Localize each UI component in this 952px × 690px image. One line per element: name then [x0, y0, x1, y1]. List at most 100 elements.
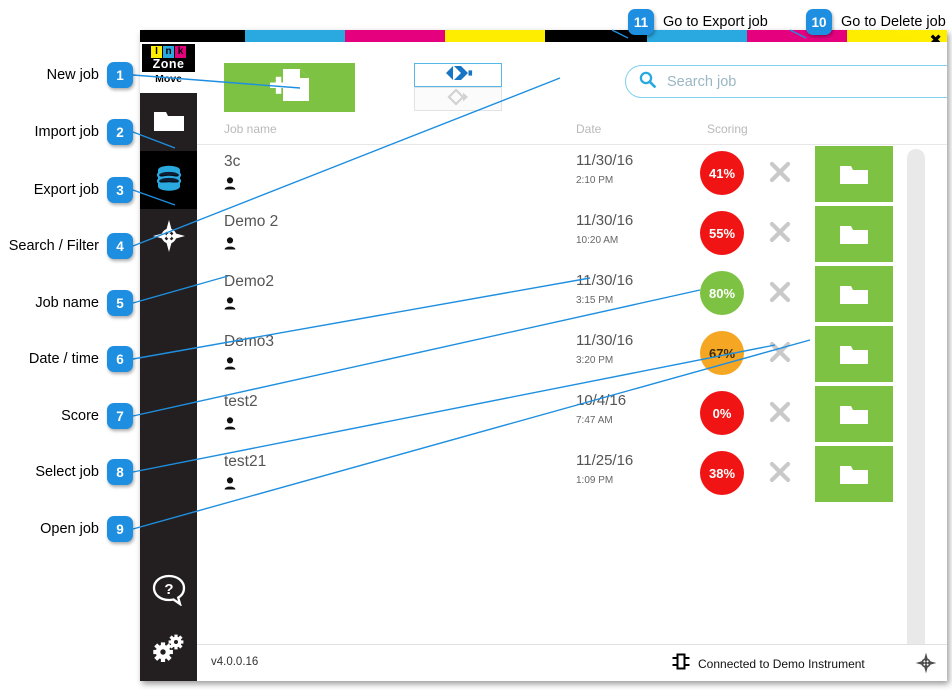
io-button-group — [414, 63, 502, 111]
callout-number: 8 — [107, 459, 133, 485]
job-list: 3c 11/30/16 2:10 PM 41% Demo 2 11/30/16 10:20 … — [197, 145, 947, 645]
callout-label: Job name — [35, 295, 99, 311]
job-date: 11/25/16 — [576, 452, 634, 469]
callout-number: 4 — [107, 233, 133, 259]
deselect-job-button[interactable] — [767, 399, 793, 425]
callout-4: Search / Filter 4 — [9, 232, 133, 260]
user-icon — [224, 357, 236, 375]
job-date: 10/4/16 — [576, 392, 627, 409]
callout-number: 7 — [107, 403, 133, 429]
callout-3: Export job 3 — [34, 176, 133, 204]
callout-number: 2 — [107, 119, 133, 145]
import-arrow-icon — [443, 64, 473, 87]
main-content: Job name Date Scoring 3c 11/30/16 2:10 PM 4… — [197, 42, 947, 681]
cmyk-segment — [545, 30, 647, 42]
callout-label: Select job — [35, 464, 99, 480]
table-row[interactable]: Demo3 11/30/16 3:20 PM 67% — [197, 325, 947, 385]
user-icon — [224, 237, 236, 255]
new-job-button[interactable] — [224, 63, 355, 112]
job-name: test21 — [224, 453, 267, 470]
status-badge: 38% — [700, 451, 744, 495]
folder-icon — [153, 107, 185, 138]
callout-9: Open job 9 — [40, 515, 133, 543]
connection-label: Connected to Demo Instrument — [698, 657, 865, 671]
open-job-button[interactable] — [815, 266, 893, 322]
deselect-job-button[interactable] — [767, 339, 793, 365]
brand-logo: I n k Zone Move — [140, 42, 197, 93]
callout-label: Open job — [40, 521, 99, 537]
status-badge: 0% — [700, 391, 744, 435]
open-job-button[interactable] — [815, 446, 893, 502]
job-list-scrollbar[interactable] — [907, 149, 925, 659]
cmyk-segment — [345, 30, 445, 42]
cmyk-segment — [647, 30, 747, 42]
job-name: 3c — [224, 153, 241, 170]
table-row[interactable]: test2 10/4/16 7:47 AM 0% — [197, 385, 947, 445]
user-icon — [224, 417, 236, 435]
callout-number: 9 — [107, 516, 133, 542]
cmyk-segment — [445, 30, 545, 42]
help-bubble-icon: ? — [152, 574, 186, 611]
column-header-date: Date — [576, 122, 602, 136]
job-time: 3:20 PM — [576, 355, 614, 366]
job-name: Demo3 — [224, 333, 274, 350]
table-header: Job name Date Scoring — [197, 118, 947, 145]
column-header-scoring: Scoring — [707, 122, 748, 136]
job-time: 2:10 PM — [576, 175, 614, 186]
callout-6: Date / time 6 — [29, 345, 133, 373]
search-box[interactable] — [625, 65, 947, 98]
job-time: 1:09 PM — [576, 475, 614, 486]
status-badge: 80% — [700, 271, 744, 315]
deselect-job-button[interactable] — [767, 459, 793, 485]
open-job-button[interactable] — [815, 206, 893, 262]
job-time: 7:47 AM — [576, 415, 613, 426]
import-job-button[interactable] — [414, 63, 502, 87]
callout-label: New job — [46, 67, 99, 83]
table-row[interactable]: 3c 11/30/16 2:10 PM 41% — [197, 145, 947, 205]
target-icon — [152, 219, 186, 258]
job-date: 11/30/16 — [576, 272, 634, 289]
search-input[interactable] — [665, 72, 947, 91]
app-version: v4.0.0.16 — [211, 656, 259, 668]
callout-5: Job name 5 — [35, 289, 133, 317]
sidebar-item-settings[interactable] — [140, 621, 197, 679]
open-job-button[interactable] — [815, 146, 893, 202]
gears-icon — [152, 633, 186, 668]
callout-number: 5 — [107, 290, 133, 316]
table-row[interactable]: Demo2 11/30/16 3:15 PM 80% — [197, 265, 947, 325]
sidebar-item-search-filter[interactable] — [140, 209, 197, 267]
callout-number: 6 — [107, 346, 133, 372]
open-job-button[interactable] — [815, 386, 893, 442]
deselect-job-button[interactable] — [767, 159, 793, 185]
status-badge: 55% — [700, 211, 744, 255]
deselect-job-button[interactable] — [767, 219, 793, 245]
callout-label: Search / Filter — [8, 238, 99, 254]
sidebar-item-export-job[interactable] — [140, 151, 197, 209]
cmyk-segment — [747, 30, 847, 42]
callout-1: New job 1 — [47, 61, 133, 89]
callout-number: 1 — [107, 62, 133, 88]
cmyk-color-bar — [140, 30, 947, 42]
cmyk-segment — [245, 30, 345, 42]
callout-7: Score 7 — [61, 402, 133, 430]
table-row[interactable]: test21 11/25/16 1:09 PM 38% — [197, 445, 947, 505]
logo-mark: I n k Zone — [142, 44, 195, 72]
search-icon — [639, 71, 656, 93]
svg-text:?: ? — [164, 581, 173, 598]
target-icon[interactable] — [915, 652, 937, 679]
status-bar: v4.0.0.16 Connected to Demo Instrument — [197, 644, 947, 681]
table-row[interactable]: Demo 2 11/30/16 10:20 AM 55% — [197, 205, 947, 265]
status-badge: 41% — [700, 151, 744, 195]
export-job-button[interactable] — [414, 87, 502, 111]
open-job-button[interactable] — [815, 326, 893, 382]
sidebar-nav: ? — [140, 93, 197, 681]
sidebar-item-import-job[interactable] — [140, 93, 197, 151]
deselect-job-button[interactable] — [767, 279, 793, 305]
job-name: Demo 2 — [224, 213, 279, 230]
callout-label: Import job — [34, 124, 99, 140]
callout-label: Score — [61, 408, 99, 424]
status-badge: 67% — [700, 331, 744, 375]
sidebar-item-help[interactable]: ? — [140, 563, 197, 621]
callout-label: Date / time — [28, 351, 99, 367]
